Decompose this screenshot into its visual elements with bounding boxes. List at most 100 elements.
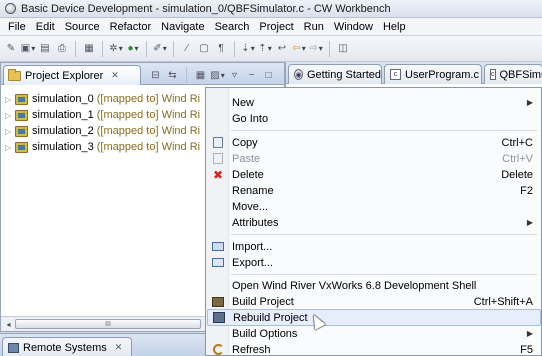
menu-item-paste[interactable]: Paste Ctrl+V xyxy=(207,150,541,167)
tab-project-explorer[interactable]: Project Explorer ✕ xyxy=(3,65,141,85)
new-dropdown-icon[interactable]: ▣ xyxy=(21,42,35,56)
toolbar-separator xyxy=(146,40,147,57)
context-menu: New ▶ Go Into Copy Ctrl+C Paste Ctrl+V ✖… xyxy=(205,87,542,356)
menu-item-go-into[interactable]: Go Into xyxy=(207,110,541,127)
tree-item[interactable]: ▷ simulation_3 ([mapped to] Wind Ri xyxy=(5,139,200,155)
link-editor-icon[interactable]: ⇆ xyxy=(166,69,179,82)
menu-search[interactable]: Search xyxy=(210,21,255,33)
editor-tabbar: ◉ Getting Started c UserProgram.c c QBFS… xyxy=(286,62,542,84)
expand-icon[interactable]: ▷ xyxy=(5,111,15,120)
print-icon[interactable]: ⎙ xyxy=(55,42,69,56)
toolbar-separator xyxy=(234,40,235,57)
close-icon[interactable]: ✕ xyxy=(111,70,119,81)
menu-item-build-options[interactable]: Build Options ▶ xyxy=(207,325,541,342)
menu-item-refresh[interactable]: Refresh F5 xyxy=(207,341,541,356)
tree-item[interactable]: ▷ simulation_1 ([mapped to] Wind Ri xyxy=(5,107,200,123)
project-explorer-tabbar: Project Explorer ✕ ⊟ ⇆ ▦ ▨ ▿ − □ xyxy=(1,63,284,85)
menu-item-open-shell[interactable]: Open Wind River VxWorks 6.8 Development … xyxy=(207,277,541,294)
expand-icon[interactable]: ▷ xyxy=(5,95,15,104)
project-name: simulation_0 xyxy=(32,93,94,105)
toolbar-separator xyxy=(75,40,76,57)
marker-icon[interactable]: ⁄ xyxy=(180,42,194,56)
filter-icon[interactable]: ▨ xyxy=(210,69,224,82)
menu-item-delete[interactable]: ✖ Delete Delete xyxy=(207,166,541,183)
menu-item-shortcut: F5 xyxy=(520,343,533,356)
menu-separator xyxy=(231,274,537,275)
tree-item[interactable]: ▷ simulation_2 ([mapped to] Wind Ri xyxy=(5,123,200,139)
menu-item-export[interactable]: Export... xyxy=(207,254,541,271)
toolbar-separator xyxy=(102,40,103,57)
project-explorer-tools: ⊟ ⇆ ▦ ▨ ▿ − □ xyxy=(149,67,275,83)
menu-file[interactable]: File xyxy=(3,21,31,33)
project-decoration: ([mapped to] Wind Ri xyxy=(96,125,201,137)
menu-refactor[interactable]: Refactor xyxy=(105,21,157,33)
menu-item-shortcut: Delete xyxy=(501,168,533,181)
tab-getting-started[interactable]: ◉ Getting Started xyxy=(288,64,382,84)
project-explorer-label: Project Explorer xyxy=(25,69,104,82)
submenu-arrow-icon: ▶ xyxy=(526,218,533,227)
run-icon[interactable]: ● xyxy=(126,42,140,56)
menu-item-label: Move... xyxy=(232,200,269,213)
collapse-all-icon[interactable]: ⊟ xyxy=(149,69,162,82)
menu-item-build-project[interactable]: Build Project Ctrl+Shift+A xyxy=(207,293,541,310)
expand-icon[interactable]: ▷ xyxy=(5,143,15,152)
save-icon[interactable]: ▤ xyxy=(38,42,52,56)
menu-item-rebuild-project[interactable]: Rebuild Project xyxy=(207,309,541,326)
debug-icon[interactable]: ✲ xyxy=(109,42,123,56)
tab-userprogram[interactable]: c UserProgram.c xyxy=(384,64,482,84)
submenu-arrow-icon: ▶ xyxy=(526,98,533,107)
close-icon[interactable]: ✕ xyxy=(115,342,123,353)
prev-annotation-icon[interactable]: ⇡ xyxy=(258,42,272,56)
next-annotation-icon[interactable]: ⇣ xyxy=(241,42,255,56)
maximize-icon[interactable]: □ xyxy=(262,69,275,82)
tab-remote-systems[interactable]: Remote Systems ✕ xyxy=(2,337,132,356)
toolbar-separator xyxy=(186,67,187,83)
menu-item-label: Refresh xyxy=(232,343,271,356)
menu-separator xyxy=(231,234,537,235)
build-target-icon[interactable]: ▦ xyxy=(194,69,207,82)
menu-project[interactable]: Project xyxy=(254,21,298,33)
project-icon xyxy=(15,141,28,153)
new-wizard-icon[interactable]: ✎ xyxy=(4,42,18,56)
toggle-icon[interactable]: ▢ xyxy=(197,42,211,56)
project-icon xyxy=(15,93,28,105)
export-icon xyxy=(207,254,229,271)
menu-run[interactable]: Run xyxy=(299,21,329,33)
menu-edit[interactable]: Edit xyxy=(31,21,60,33)
menu-item-shortcut: Ctrl+V xyxy=(502,152,533,165)
editor-tab-label: QBFSimu xyxy=(499,68,542,81)
menu-item-label: Delete xyxy=(232,168,264,181)
scroll-thumb[interactable]: III xyxy=(15,319,201,329)
menu-item-label: Paste xyxy=(232,152,261,165)
tab-qbfsimulator[interactable]: c QBFSimu xyxy=(484,64,542,84)
folder-icon xyxy=(8,68,21,81)
forward-icon[interactable]: ⇨ xyxy=(309,42,323,56)
perspective-icon[interactable]: ◫ xyxy=(336,42,350,56)
tools-icon[interactable]: ✐ xyxy=(153,42,167,56)
tree-item[interactable]: ▷ simulation_0 ([mapped to] Wind Ri xyxy=(5,91,200,107)
menu-help[interactable]: Help xyxy=(378,21,411,33)
scroll-left-icon[interactable]: ◂ xyxy=(2,318,15,330)
menu-item-new[interactable]: New ▶ xyxy=(207,94,541,111)
minimize-icon[interactable]: − xyxy=(245,69,258,82)
menu-item-shortcut: F2 xyxy=(520,184,533,197)
menu-item-label: New xyxy=(232,96,255,109)
view-menu-icon[interactable]: ▿ xyxy=(228,69,241,82)
menu-item-attributes[interactable]: Attributes ▶ xyxy=(207,214,541,231)
toolbar-separator xyxy=(173,40,174,57)
menu-item-copy[interactable]: Copy Ctrl+C xyxy=(207,134,541,151)
menu-separator xyxy=(231,130,537,131)
project-icon xyxy=(15,109,28,121)
binary-icon[interactable]: ▦ xyxy=(82,42,96,56)
last-edit-icon[interactable]: ↩ xyxy=(275,42,289,56)
menu-window[interactable]: Window xyxy=(329,21,378,33)
pilcrow-icon[interactable]: ¶ xyxy=(214,42,228,56)
menu-navigate[interactable]: Navigate xyxy=(156,21,209,33)
expand-icon[interactable]: ▷ xyxy=(5,127,15,136)
menu-item-move[interactable]: Move... xyxy=(207,198,541,215)
menu-item-import[interactable]: Import... xyxy=(207,238,541,255)
back-icon[interactable]: ⇦ xyxy=(292,42,306,56)
menu-source[interactable]: Source xyxy=(60,21,105,33)
menu-item-label: Import... xyxy=(232,240,273,253)
menu-item-rename[interactable]: Rename F2 xyxy=(207,182,541,199)
